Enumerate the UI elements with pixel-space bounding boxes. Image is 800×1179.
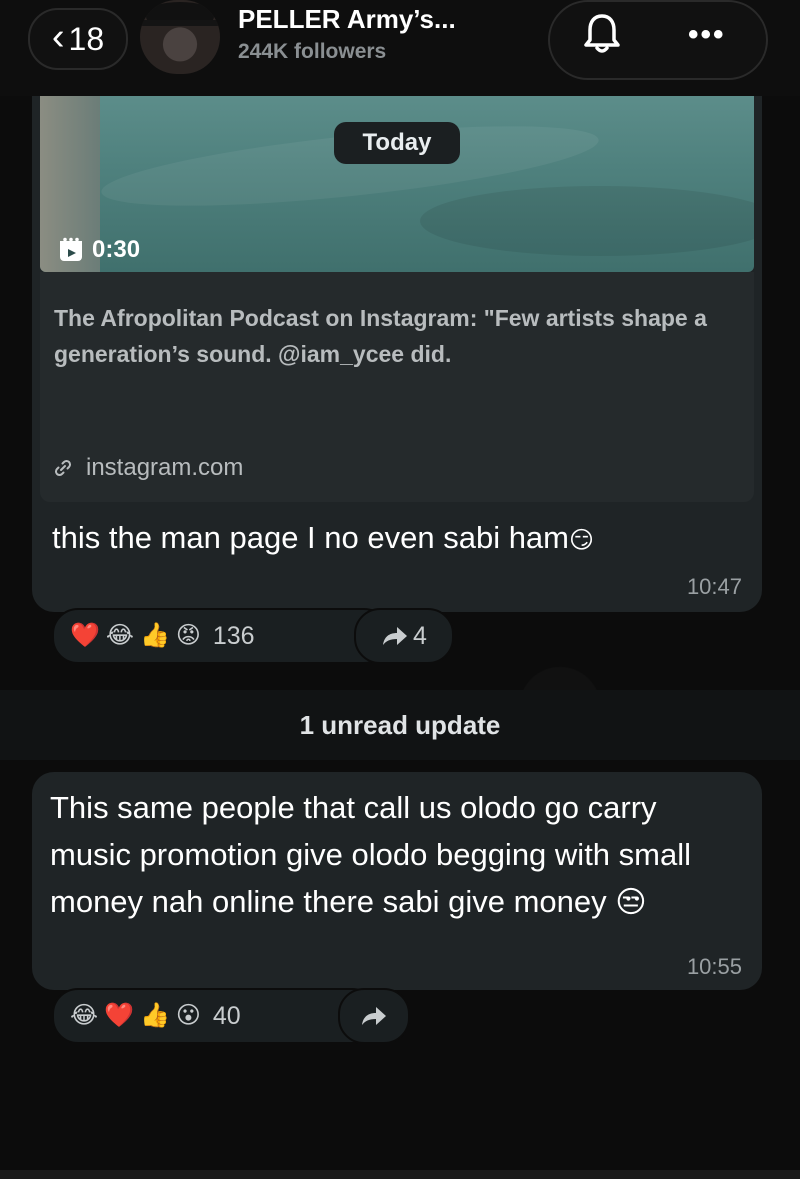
message-text-body: This same people that call us olodo go c… bbox=[50, 790, 691, 919]
laugh-reaction-icon: 😂 bbox=[70, 1002, 99, 1029]
heart-reaction-icon: ❤️ bbox=[70, 622, 100, 649]
unread-divider: 1 unread update bbox=[0, 690, 800, 760]
message-time: 10:55 bbox=[686, 954, 742, 979]
message-bubble-1[interactable]: 0:30 The Afropolitan Podcast on Instagra… bbox=[32, 96, 762, 612]
angry-reaction-icon: 😡 bbox=[175, 622, 201, 649]
forward-button[interactable] bbox=[338, 988, 410, 1044]
chevron-left-icon: ‹ bbox=[51, 16, 65, 58]
smirk-emoji-icon: 😏 bbox=[569, 527, 595, 554]
channel-avatar[interactable] bbox=[140, 0, 220, 74]
heart-reaction-icon: ❤️ bbox=[104, 1002, 134, 1029]
message-text: this the man page I no even sabi ham😏 bbox=[52, 520, 594, 556]
reaction-count: 40 bbox=[212, 1001, 241, 1030]
video-fabric-shadow bbox=[420, 186, 754, 256]
bell-icon[interactable] bbox=[582, 12, 622, 56]
header-actions bbox=[548, 0, 768, 80]
avatar-brim bbox=[140, 20, 220, 26]
unread-label: 1 unread update bbox=[299, 709, 501, 740]
duration-label: 0:30 bbox=[92, 236, 141, 263]
forward-count: 4 bbox=[413, 621, 427, 650]
followers-count: 244K followers bbox=[238, 40, 387, 63]
message-bubble-2[interactable]: This same people that call us olodo go c… bbox=[32, 772, 762, 990]
message-time: 10:47 bbox=[686, 574, 742, 599]
back-button[interactable]: ‹ 18 bbox=[28, 8, 128, 70]
link-title[interactable]: The Afropolitan Podcast on Instagram: "F… bbox=[54, 300, 744, 372]
video-duration: 0:30 bbox=[58, 236, 140, 264]
reels-icon bbox=[60, 237, 82, 261]
message-text: This same people that call us olodo go c… bbox=[50, 784, 730, 925]
reactions-bar[interactable]: ❤️ 😂 👍 😡 136 bbox=[52, 608, 390, 664]
forward-arrow-icon bbox=[362, 1007, 386, 1025]
link-domain-label: instagram.com bbox=[86, 454, 244, 481]
surprised-reaction-icon: 😮 bbox=[175, 1002, 201, 1029]
channel-screen: ‹ 18 PELLER Army’s... 244K followers ••• bbox=[0, 0, 800, 1179]
unread-count: 18 bbox=[68, 20, 105, 57]
forward-arrow-icon bbox=[383, 627, 408, 645]
link-icon bbox=[54, 459, 72, 477]
channel-header: ‹ 18 PELLER Army’s... 244K followers ••• bbox=[0, 0, 800, 96]
message-text-body: this the man page I no even sabi ham bbox=[52, 520, 569, 555]
link-domain[interactable]: instagram.com bbox=[54, 454, 243, 482]
reaction-count: 136 bbox=[212, 621, 255, 650]
more-dots-icon[interactable]: ••• bbox=[688, 18, 726, 52]
thumbs-up-reaction-icon: 👍 bbox=[139, 622, 170, 649]
channel-name[interactable]: PELLER Army’s... bbox=[238, 4, 456, 35]
unamused-emoji-icon: 😒 bbox=[615, 886, 647, 919]
bottom-edge bbox=[0, 1170, 800, 1179]
date-separator: Today bbox=[334, 122, 460, 164]
reactions-bar[interactable]: 😂 ❤️ 👍 😮 40 bbox=[52, 988, 378, 1044]
laugh-reaction-icon: 😂 bbox=[105, 622, 134, 649]
thumbs-up-reaction-icon: 👍 bbox=[139, 1002, 170, 1029]
forward-button[interactable]: 4 bbox=[354, 608, 454, 664]
